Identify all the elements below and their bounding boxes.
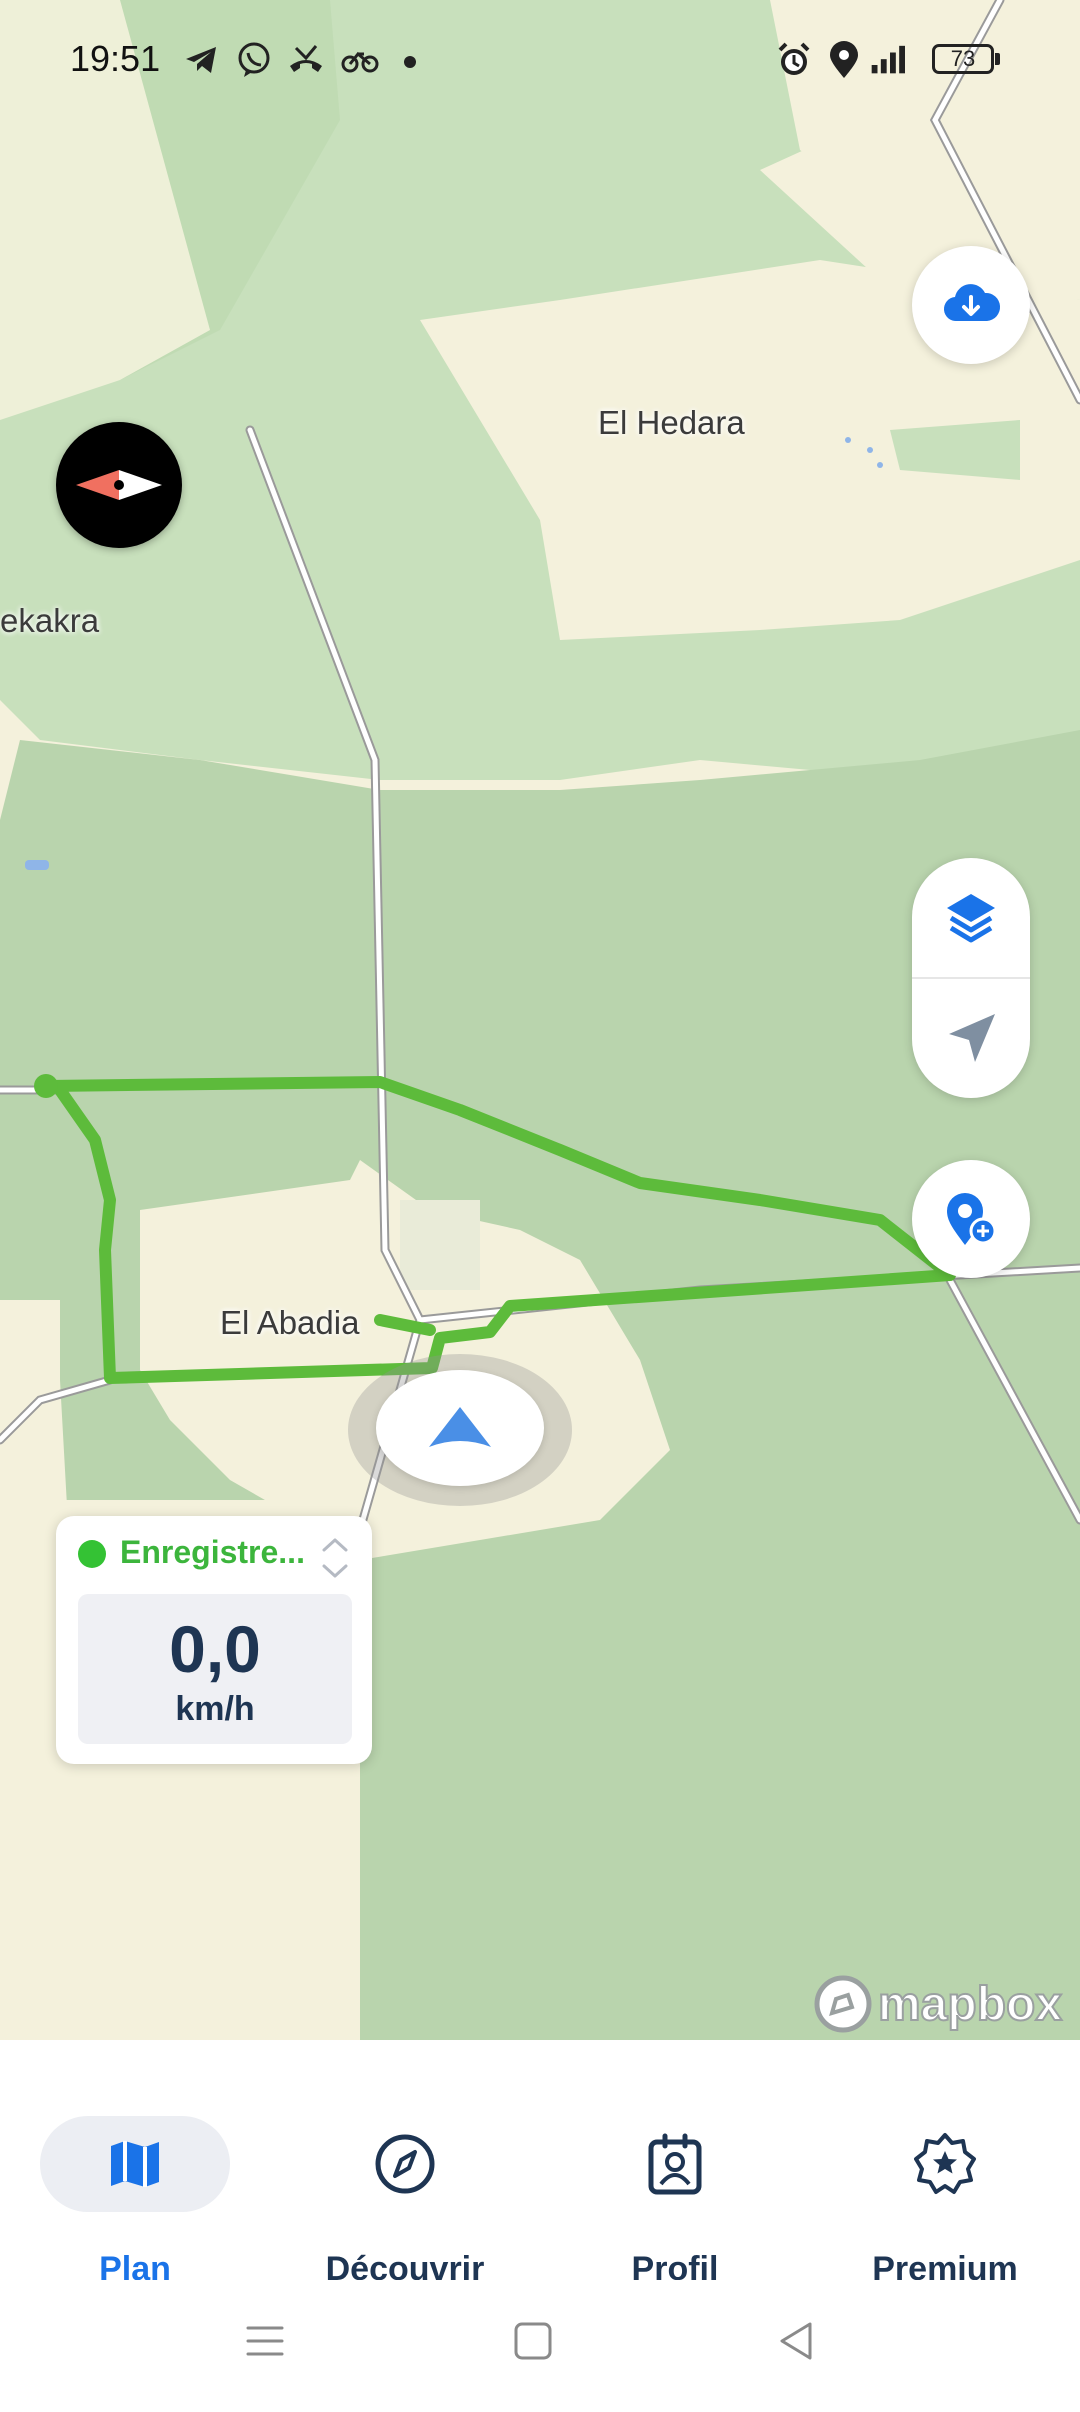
speed-box: 0,0 km/h <box>78 1594 352 1744</box>
layers-button[interactable] <box>912 858 1030 978</box>
cloud-download-icon <box>943 284 1001 322</box>
status-bar: 19:51 73 <box>0 0 1080 124</box>
recording-status: Enregistre... <box>120 1534 305 1570</box>
telegram-icon <box>186 47 216 73</box>
layers-icon <box>947 894 995 943</box>
locate-button[interactable] <box>912 978 1030 1098</box>
mapbox-wordmark: mapbox <box>877 1977 1063 2032</box>
back-icon[interactable] <box>776 2320 818 2362</box>
compass-icon <box>76 470 162 500</box>
missed-call-icon <box>290 45 322 72</box>
battery-level: 73 <box>950 46 976 71</box>
recording-card[interactable]: Enregistre... 0,0 km/h <box>56 1516 372 1764</box>
mapbox-attribution[interactable]: mapbox <box>812 1972 1063 2036</box>
speed-unit: km/h <box>175 1690 255 1728</box>
bike-icon <box>341 51 379 73</box>
nav-active-indicator <box>40 2116 230 2212</box>
mapbox-logo-icon <box>814 1975 872 2033</box>
map-tools-group <box>912 858 1030 1098</box>
dot-icon <box>404 56 416 68</box>
nav-item-decouvrir[interactable]: Découvrir <box>270 2080 540 2288</box>
map-label-el-abadia: El Abadia <box>220 1304 360 1341</box>
speed-value: 0,0 <box>169 1612 261 1686</box>
status-time: 19:51 <box>70 38 161 79</box>
bottom-navigation: Plan Découvrir Profil Premium <box>0 2040 1080 2288</box>
download-button[interactable] <box>912 246 1030 364</box>
compass-icon <box>375 2134 435 2194</box>
add-poi-button[interactable] <box>912 1160 1030 1278</box>
nav-item-plan[interactable]: Plan <box>0 2080 270 2288</box>
battery-icon: 73 <box>932 44 994 74</box>
recording-status-dot <box>78 1540 106 1568</box>
alarm-icon <box>778 42 810 75</box>
nav-item-profil[interactable]: Profil <box>540 2080 810 2288</box>
viber-icon <box>238 42 270 77</box>
nav-item-premium[interactable]: Premium <box>810 2080 1080 2288</box>
premium-badge-icon <box>914 2133 976 2194</box>
map-label-el-hedara: El Hedara <box>598 404 745 441</box>
battery-tip <box>995 53 1000 65</box>
add-poi-icon <box>947 1193 997 1245</box>
map-icon <box>111 2141 159 2187</box>
current-position-marker[interactable] <box>376 1370 544 1486</box>
expand-chevron-icon[interactable] <box>318 1532 352 1584</box>
profile-icon <box>648 2133 702 2195</box>
compass-button[interactable] <box>56 422 182 548</box>
home-icon[interactable] <box>512 2320 554 2362</box>
locate-arrow-icon <box>949 1014 995 1062</box>
signal-icon <box>871 45 905 74</box>
nav-icon-wrap-profil <box>580 2116 770 2212</box>
location-icon <box>830 41 858 78</box>
nav-icon-wrap-decouvrir <box>310 2116 500 2212</box>
system-navigation-bar <box>0 2280 1080 2412</box>
map-label-ekakra: ekakra <box>0 602 100 639</box>
navigation-arrow-icon <box>429 1407 491 1447</box>
menu-icon[interactable] <box>244 2320 286 2362</box>
nav-icon-wrap-premium <box>850 2116 1040 2212</box>
